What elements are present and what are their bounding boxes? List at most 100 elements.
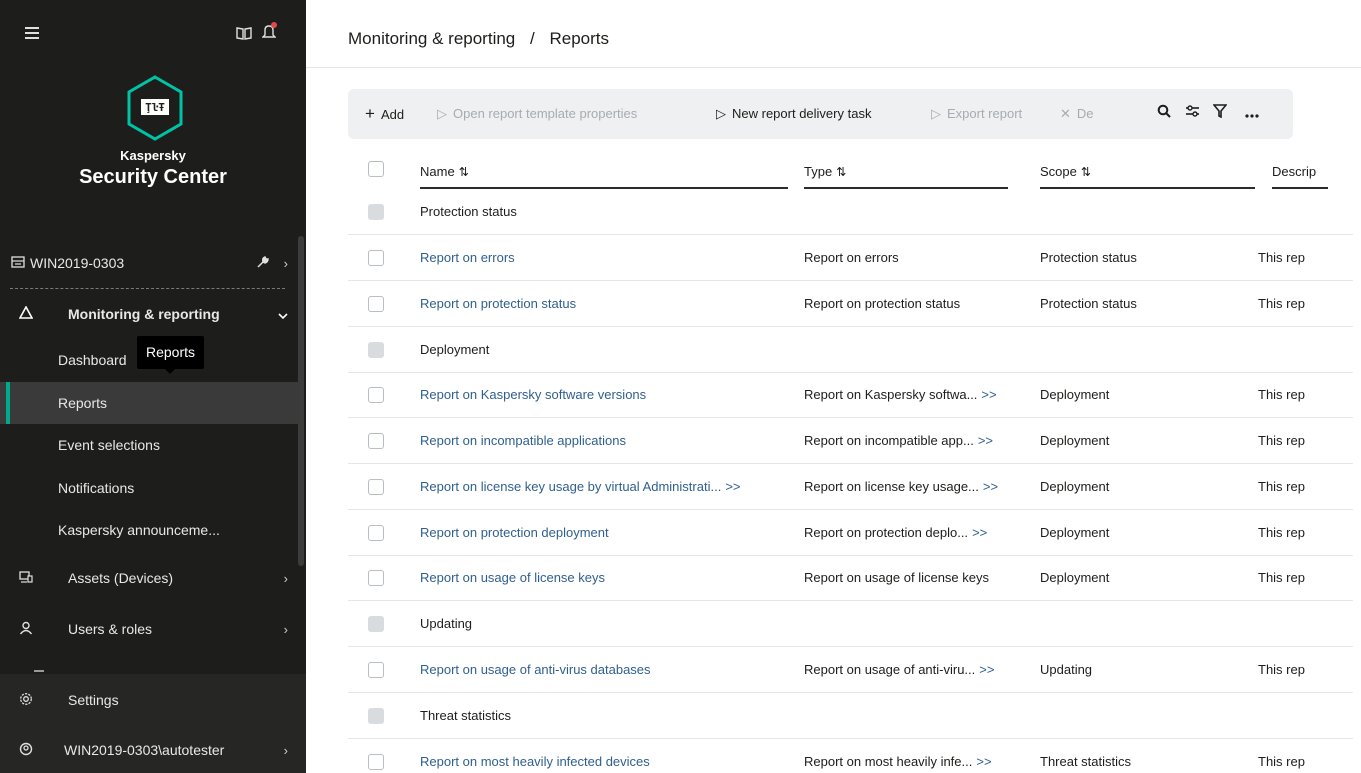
expand-type-link[interactable]: >>: [972, 525, 987, 540]
report-name-link[interactable]: Report on usage of anti-virus databases: [420, 662, 651, 677]
row-checkbox[interactable]: [368, 204, 384, 220]
row-checkbox[interactable]: [368, 296, 384, 312]
breadcrumb-parent[interactable]: Monitoring & reporting: [348, 29, 515, 48]
report-scope-text: Threat statistics: [1040, 754, 1132, 769]
sidebar-item-label: Kaspersky announceme...: [58, 522, 220, 538]
sort-icon: ⇅: [458, 165, 469, 179]
report-name-link[interactable]: Report on Kaspersky software versions: [420, 387, 646, 402]
report-scope-text: Deployment: [1040, 387, 1110, 402]
export-report-button[interactable]: ▷ Export report: [931, 89, 1022, 139]
report-scope-text: Deployment: [1040, 570, 1110, 585]
row-checkbox[interactable]: [368, 433, 384, 449]
row-checkbox[interactable]: [368, 387, 384, 403]
row-checkbox[interactable]: [368, 708, 384, 724]
add-button[interactable]: + Add: [365, 89, 404, 139]
row-checkbox[interactable]: [368, 250, 384, 266]
report-name-cell: Report on incompatible applications: [420, 418, 800, 464]
report-scope-cell: Updating: [1040, 647, 1250, 693]
sidebar-item-monitoring[interactable]: Monitoring & reporting: [0, 293, 300, 335]
report-name-cell: Report on Kaspersky software versions: [420, 372, 800, 418]
filter-icon[interactable]: [1210, 104, 1230, 124]
sidebar-item-device[interactable]: WIN2019-0303 ›: [0, 242, 300, 284]
row-checkbox[interactable]: [368, 754, 384, 770]
report-scope-cell: Protection status: [1040, 235, 1250, 281]
expand-type-link[interactable]: >>: [981, 387, 996, 402]
column-header-scope[interactable]: Scope ⇅: [1040, 143, 1255, 189]
row-checkbox[interactable]: [368, 570, 384, 586]
breadcrumb: Monitoring & reporting / Reports: [348, 29, 609, 49]
sidebar-item-reports[interactable]: Reports: [0, 382, 300, 424]
report-description-text: This rep: [1258, 662, 1305, 677]
report-type-text: Report on usage of anti-viru...: [804, 662, 976, 677]
group-row[interactable]: Deployment: [348, 327, 1353, 373]
settings-sliders-icon[interactable]: [1182, 104, 1202, 124]
column-header-label: Type: [804, 164, 833, 179]
report-name-link[interactable]: Report on most heavily infected devices: [420, 754, 650, 769]
new-report-delivery-task-button[interactable]: ▷ New report delivery task: [716, 89, 871, 139]
column-header-description[interactable]: Descrip: [1272, 143, 1328, 189]
table-row[interactable]: Report on most heavily infected devices R…: [348, 739, 1353, 773]
report-name-cell: Report on protection deployment: [420, 510, 800, 556]
report-scope-cell: Protection status: [1040, 281, 1250, 327]
more-icon[interactable]: [1242, 104, 1262, 124]
select-all-checkbox[interactable]: [368, 161, 384, 177]
breadcrumb-separator: /: [530, 29, 535, 48]
report-type-cell: Report on usage of license keys: [804, 555, 1039, 601]
expand-type-link[interactable]: >>: [979, 662, 994, 677]
row-checkbox[interactable]: [368, 342, 384, 358]
column-header-name[interactable]: Name ⇅: [420, 143, 788, 189]
delete-button[interactable]: ✕ De: [1060, 89, 1094, 139]
table-row[interactable]: Report on usage of anti-virus databases R…: [348, 647, 1353, 693]
table-row[interactable]: Report on protection status Report on pro…: [348, 281, 1353, 327]
report-description-cell: This rep: [1258, 510, 1323, 556]
sidebar-item-event-selections[interactable]: Event selections: [0, 424, 300, 466]
kaspersky-logo-icon: ŢŀŦ: [125, 74, 185, 142]
open-template-properties-button[interactable]: ▷ Open report template properties: [437, 89, 637, 139]
expand-type-link[interactable]: >>: [978, 433, 993, 448]
book-icon[interactable]: [236, 26, 252, 43]
column-header-type[interactable]: Type ⇅: [804, 143, 1008, 189]
bell-icon[interactable]: [261, 22, 277, 40]
menu-icon[interactable]: [25, 27, 39, 39]
report-name-link[interactable]: Report on errors: [420, 250, 515, 265]
table-row[interactable]: Report on incompatible applications Repor…: [348, 418, 1353, 464]
expand-name-link[interactable]: >>: [725, 479, 740, 494]
report-name-link[interactable]: Report on usage of license keys: [420, 570, 605, 585]
row-checkbox[interactable]: [368, 616, 384, 632]
group-row[interactable]: Threat statistics: [348, 693, 1353, 739]
report-type-cell: Report on protection status: [804, 281, 1039, 327]
sidebar-item-notifications[interactable]: Notifications: [0, 467, 300, 509]
sidebar-item-users[interactable]: Users & roles ›: [0, 608, 300, 650]
row-checkbox[interactable]: [368, 525, 384, 541]
row-checkbox[interactable]: [368, 479, 384, 495]
group-row[interactable]: Protection status: [348, 189, 1353, 235]
search-icon[interactable]: [1154, 104, 1174, 124]
sidebar-item-assets[interactable]: Assets (Devices) ›: [0, 557, 300, 599]
table-row[interactable]: Report on Kaspersky software versions Rep…: [348, 372, 1353, 418]
expand-type-link[interactable]: >>: [976, 754, 991, 769]
sidebar-item-label: Reports: [58, 395, 108, 411]
report-name-link[interactable]: Report on incompatible applications: [420, 433, 626, 448]
report-description-text: This rep: [1258, 754, 1305, 769]
report-name-link[interactable]: Report on protection deployment: [420, 525, 609, 540]
sidebar-item-settings[interactable]: Settings: [0, 679, 300, 721]
report-name-link[interactable]: Report on protection status: [420, 296, 576, 311]
table-row[interactable]: Report on errors Report on errors Protecti…: [348, 235, 1353, 281]
row-checkbox[interactable]: [368, 662, 384, 678]
sidebar-item-label: Assets (Devices): [68, 570, 174, 586]
report-description-text: This rep: [1258, 433, 1305, 448]
report-type-text: Report on errors: [804, 250, 899, 265]
report-name-cell: Report on most heavily infected devices: [420, 739, 800, 773]
expand-type-link[interactable]: >>: [983, 479, 998, 494]
table-row[interactable]: Report on license key usage by virtual A…: [348, 464, 1353, 510]
sidebar-item-account[interactable]: WIN2019-0303\autotester ›: [0, 729, 300, 771]
main-content: Monitoring & reporting / Reports + Add ▷ O…: [306, 0, 1361, 773]
table-row[interactable]: Report on usage of license keys Report on…: [348, 555, 1353, 601]
table-row[interactable]: Report on protection deployment Report on…: [348, 510, 1353, 556]
group-row[interactable]: Updating: [348, 601, 1353, 647]
wrench-icon[interactable]: [256, 255, 270, 272]
report-name-link[interactable]: Report on license key usage by virtual A…: [420, 479, 721, 494]
report-type-cell: Report on usage of anti-viru... >>: [804, 647, 1039, 693]
account-icon: [18, 742, 34, 759]
sidebar-item-announcements[interactable]: Kaspersky announceme...: [0, 509, 300, 551]
